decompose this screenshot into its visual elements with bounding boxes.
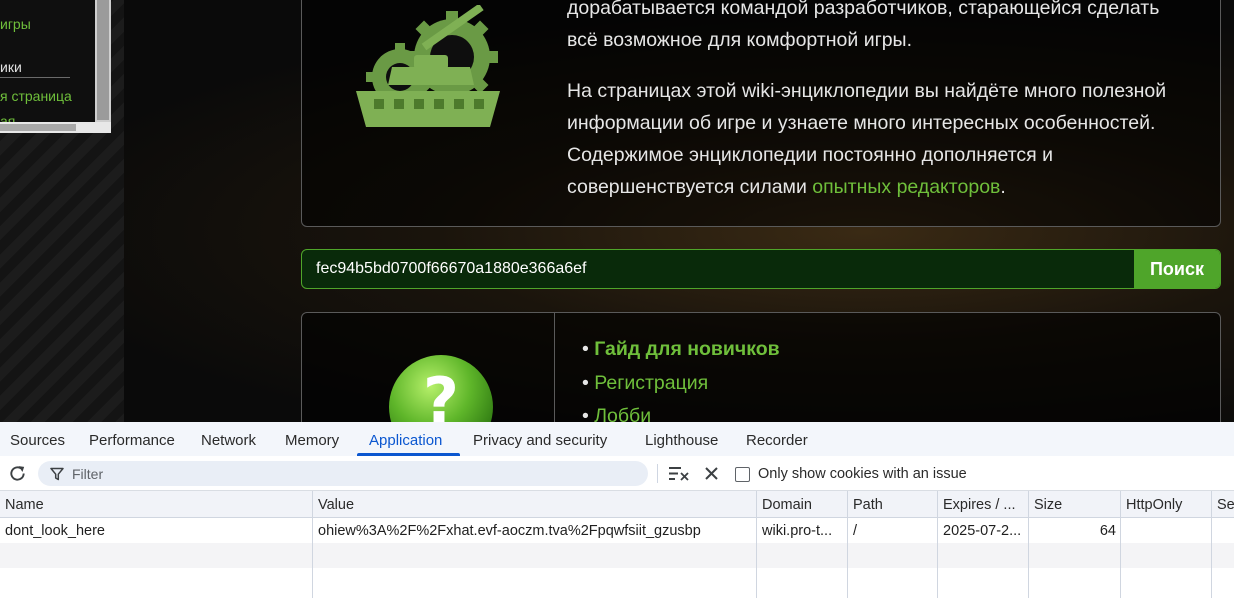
refresh-icon[interactable] bbox=[8, 464, 27, 483]
list-item[interactable]: • Гайд для новичков bbox=[582, 333, 780, 367]
column-header-size[interactable]: Size bbox=[1034, 491, 1114, 517]
delete-icon[interactable] bbox=[704, 466, 719, 481]
intro-line: Содержимое энциклопедии постоянно дополн… bbox=[567, 144, 1054, 166]
column-divider[interactable] bbox=[847, 491, 848, 598]
intro-text-suffix: . bbox=[1000, 176, 1006, 198]
cookies-toolbar: Only show cookies with an issue bbox=[0, 456, 1234, 491]
intro-paragraph-1: дорабатывается командой разработчиков, с… bbox=[567, 0, 1197, 56]
sidebar-link-cut[interactable]: ая bbox=[0, 113, 15, 122]
cookie-expires-cell[interactable]: 2025-07-2... bbox=[943, 518, 1025, 543]
intro-line: дорабатывается командой разработчиков, с… bbox=[567, 0, 1160, 19]
tab-sources[interactable]: Sources bbox=[10, 422, 65, 456]
table-row[interactable]: dont_look_here ohiew%3A%2F%2Fxhat.evf-ao… bbox=[0, 518, 1234, 543]
cookie-domain-cell[interactable]: wiki.pro-t... bbox=[762, 518, 844, 543]
column-header-name[interactable]: Name bbox=[5, 491, 305, 517]
tab-network[interactable]: Network bbox=[201, 422, 256, 456]
devtools-tabbar: Sources Performance Network Memory Appli… bbox=[0, 422, 1234, 457]
column-divider[interactable] bbox=[1211, 491, 1212, 598]
table-row-empty bbox=[0, 543, 1234, 568]
cookie-path-cell[interactable]: / bbox=[853, 518, 933, 543]
tab-recorder[interactable]: Recorder bbox=[746, 422, 808, 456]
cookie-name-cell[interactable]: dont_look_here bbox=[5, 518, 305, 543]
bullet: • bbox=[582, 405, 595, 422]
cookie-secure-cell[interactable] bbox=[1217, 518, 1234, 543]
column-divider[interactable] bbox=[312, 491, 313, 598]
guide-link-lobby[interactable]: Лобби bbox=[594, 405, 651, 422]
sidebar-link-main-page[interactable]: я страница bbox=[0, 88, 72, 104]
column-header-httponly[interactable]: HttpOnly bbox=[1126, 491, 1206, 517]
devtools-panel: Sources Performance Network Memory Appli… bbox=[0, 422, 1234, 598]
editors-link[interactable]: опытных редакторов bbox=[812, 176, 1000, 198]
list-item[interactable]: • Регистрация bbox=[582, 367, 780, 401]
sidebar-heading: ики bbox=[0, 59, 22, 75]
sidebar-divider bbox=[0, 77, 70, 78]
intro-line: На страницах этой wiki-энциклопедии вы н… bbox=[567, 80, 1167, 102]
column-header-path[interactable]: Path bbox=[853, 491, 933, 517]
intro-line: совершенствуется силами опытных редактор… bbox=[567, 171, 1197, 203]
column-divider[interactable] bbox=[1120, 491, 1121, 598]
gear-tank-icon bbox=[356, 5, 500, 127]
intro-text-prefix: совершенствуется силами bbox=[567, 176, 813, 198]
column-header-domain[interactable]: Domain bbox=[762, 491, 842, 517]
bullet: • bbox=[582, 338, 595, 360]
bullet: • bbox=[582, 371, 595, 394]
cookie-value-cell[interactable]: ohiew%3A%2F%2Fxhat.evf-aoczm.tva%2Fpqwfs… bbox=[318, 518, 750, 543]
filter-icon bbox=[50, 467, 64, 481]
only-issues-label[interactable]: Only show cookies with an issue bbox=[758, 456, 967, 490]
column-divider[interactable] bbox=[756, 491, 757, 598]
search-input[interactable] bbox=[302, 250, 1132, 288]
tab-lighthouse[interactable]: Lighthouse bbox=[645, 422, 718, 456]
tab-performance[interactable]: Performance bbox=[89, 422, 175, 456]
sidebar-vertical-scrollbar[interactable] bbox=[95, 0, 111, 133]
guide-list: • Гайд для новичков • Регистрация • Лобб… bbox=[582, 333, 780, 422]
column-divider[interactable] bbox=[937, 491, 938, 598]
clear-filter-icon[interactable] bbox=[668, 465, 690, 482]
filter-input[interactable] bbox=[72, 462, 632, 485]
cookie-size-cell[interactable]: 64 bbox=[1034, 518, 1116, 543]
only-issues-checkbox[interactable] bbox=[735, 467, 750, 482]
cookies-table: Name Value Domain Path Expires / ... Siz… bbox=[0, 491, 1234, 598]
table-header: Name Value Domain Path Expires / ... Siz… bbox=[0, 491, 1234, 518]
column-divider[interactable] bbox=[1028, 491, 1029, 598]
scrollbar-thumb[interactable] bbox=[0, 124, 76, 131]
tab-application[interactable]: Application bbox=[369, 422, 442, 456]
cookie-httponly-cell[interactable] bbox=[1126, 518, 1206, 543]
wiki-page: игры ики я страница ая дорабатывается ко… bbox=[0, 0, 1234, 422]
tab-memory[interactable]: Memory bbox=[285, 422, 339, 456]
intro-line: всё возможное для комфортной игры. bbox=[567, 29, 912, 51]
list-item[interactable]: • Лобби bbox=[582, 400, 780, 422]
toolbar-divider bbox=[657, 464, 658, 483]
guide-link-newbies[interactable]: Гайд для новичков bbox=[594, 338, 779, 360]
search-bar: Поиск bbox=[301, 249, 1221, 289]
column-header-secure[interactable]: Se bbox=[1217, 491, 1234, 517]
guide-divider bbox=[554, 312, 555, 422]
svg-text:?: ? bbox=[423, 364, 459, 422]
question-mark-icon: ? bbox=[389, 355, 493, 422]
search-button[interactable]: Поиск bbox=[1134, 250, 1220, 288]
column-header-value[interactable]: Value bbox=[318, 491, 748, 517]
sidebar-horizontal-scrollbar[interactable] bbox=[0, 122, 111, 133]
sidebar-link-games[interactable]: игры bbox=[0, 16, 31, 32]
intro-paragraph-2: На страницах этой wiki-энциклопедии вы н… bbox=[567, 75, 1197, 203]
tab-privacy-and-security[interactable]: Privacy and security bbox=[473, 422, 607, 456]
scrollbar-thumb[interactable] bbox=[97, 0, 109, 120]
guide-link-registration[interactable]: Регистрация bbox=[594, 372, 708, 394]
intro-line: информации об игре и узнаете много интер… bbox=[567, 112, 1156, 134]
column-header-expires[interactable]: Expires / ... bbox=[943, 491, 1025, 517]
